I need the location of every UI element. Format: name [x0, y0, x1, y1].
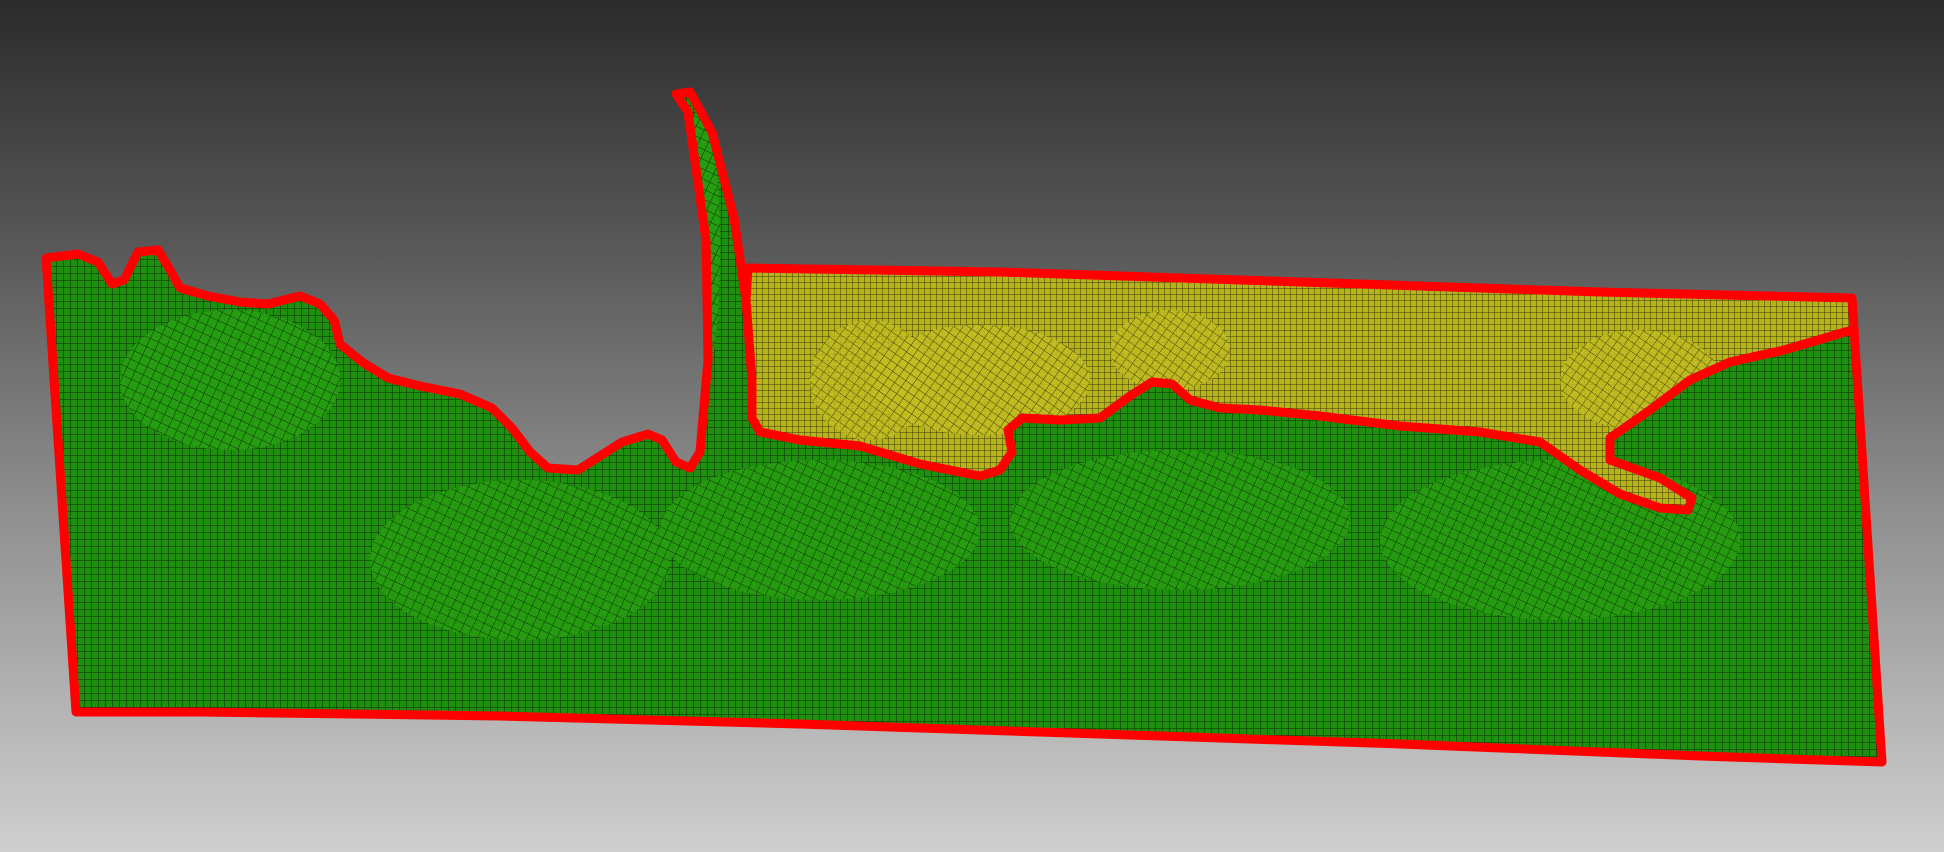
3d-viewport[interactable]	[0, 0, 1944, 852]
mesh-canvas[interactable]	[0, 0, 1944, 852]
